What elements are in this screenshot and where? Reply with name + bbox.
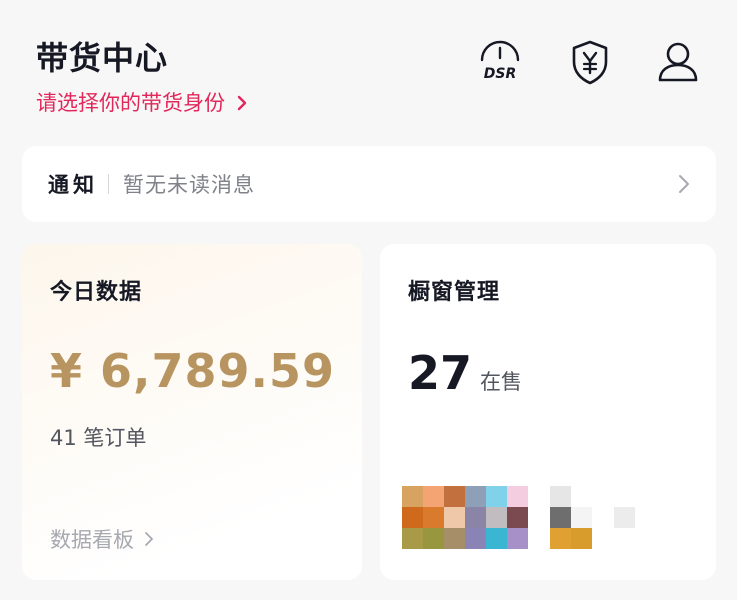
shield-yen-icon[interactable] bbox=[566, 38, 614, 86]
thumbnail-pixel bbox=[465, 507, 486, 528]
product-thumbnails bbox=[402, 486, 652, 556]
thumbnail-pixel bbox=[507, 507, 528, 528]
product-thumbnail-3[interactable] bbox=[614, 507, 635, 528]
thumbnail-pixel bbox=[550, 486, 571, 507]
on-sale-count-row: 27 在售 bbox=[408, 346, 522, 400]
showcase-management-card[interactable]: 橱窗管理 27 在售 bbox=[380, 244, 716, 580]
data-dashboard-label: 数据看板 bbox=[50, 528, 134, 552]
thumbnail-pixel bbox=[507, 486, 528, 507]
today-data-title: 今日数据 bbox=[50, 280, 143, 305]
page-header: 带货中心 请选择你的带货身份 DSR bbox=[36, 36, 706, 116]
dsr-gauge-icon[interactable]: DSR bbox=[476, 38, 524, 86]
identity-select-label: 请选择你的带货身份 bbox=[36, 91, 225, 115]
order-count: 41 笔订单 bbox=[50, 426, 147, 450]
thumbnail-pixel bbox=[465, 528, 486, 549]
thumbnail-pixel bbox=[444, 486, 465, 507]
thumbnail-pixel bbox=[423, 486, 444, 507]
notification-bar[interactable]: 通知 暂无未读消息 bbox=[22, 146, 716, 222]
notification-divider bbox=[108, 174, 109, 194]
thumbnail-pixel bbox=[614, 507, 635, 528]
showcase-title: 橱窗管理 bbox=[408, 280, 501, 305]
thumbnail-pixel bbox=[571, 528, 592, 549]
identity-select-link[interactable]: 请选择你的带货身份 bbox=[36, 88, 249, 118]
thumbnail-pixel bbox=[402, 486, 423, 507]
dsr-label: DSR bbox=[484, 66, 516, 82]
thumbnail-pixel bbox=[486, 528, 507, 549]
today-data-card[interactable]: 今日数据 ¥ 6,789.59 41 笔订单 数据看板 bbox=[22, 244, 362, 580]
thumbnail-pixel bbox=[486, 486, 507, 507]
product-thumbnail-1[interactable] bbox=[402, 486, 528, 549]
notification-label: 通知 bbox=[48, 173, 98, 197]
thumbnail-pixel bbox=[571, 507, 592, 528]
thumbnail-pixel bbox=[402, 507, 423, 528]
on-sale-count: 27 bbox=[408, 346, 473, 400]
data-dashboard-link[interactable]: 数据看板 bbox=[50, 524, 154, 554]
thumbnail-pixel bbox=[444, 528, 465, 549]
thumbnail-pixel bbox=[550, 507, 571, 528]
thumbnail-pixel bbox=[423, 507, 444, 528]
thumbnail-pixel bbox=[507, 528, 528, 549]
revenue-amount: ¥ 6,789.59 bbox=[50, 344, 336, 398]
page-title: 带货中心 bbox=[36, 39, 169, 77]
on-sale-label: 在售 bbox=[480, 370, 523, 394]
chevron-right-icon bbox=[145, 532, 153, 546]
thumbnail-pixel bbox=[423, 528, 444, 549]
user-icon[interactable] bbox=[654, 38, 702, 86]
thumbnail-pixel bbox=[550, 528, 571, 549]
notification-text: 暂无未读消息 bbox=[123, 173, 255, 197]
thumbnail-pixel bbox=[571, 486, 592, 507]
product-thumbnail-2[interactable] bbox=[550, 486, 592, 549]
chevron-right-icon bbox=[237, 95, 247, 111]
thumbnail-pixel bbox=[402, 528, 423, 549]
thumbnail-pixel bbox=[444, 507, 465, 528]
thumbnail-pixel bbox=[465, 486, 486, 507]
chevron-right-icon bbox=[679, 175, 689, 193]
thumbnail-pixel bbox=[486, 507, 507, 528]
